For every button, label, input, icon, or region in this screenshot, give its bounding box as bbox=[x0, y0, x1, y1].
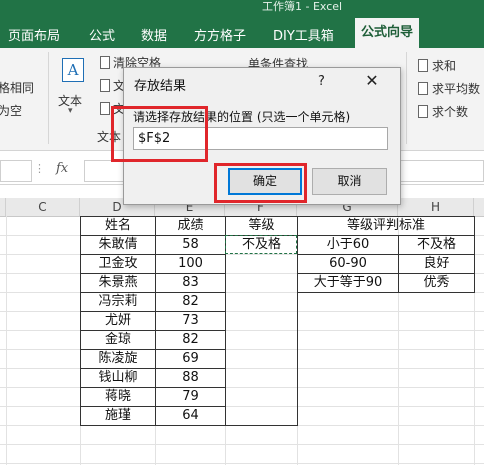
gridline bbox=[0, 311, 484, 312]
result-location-input[interactable] bbox=[133, 127, 388, 150]
menu-count[interactable]: 求个数 bbox=[432, 103, 468, 120]
cell-name[interactable]: 朱景燕 bbox=[81, 273, 155, 293]
criteria-grade[interactable]: 良好 bbox=[399, 254, 474, 274]
ribbon-fragment-empty[interactable]: 为空 bbox=[0, 102, 22, 119]
header-name[interactable]: 姓名 bbox=[81, 216, 155, 236]
gridline bbox=[0, 444, 484, 445]
cell-score[interactable]: 79 bbox=[156, 387, 225, 407]
cell-name[interactable]: 钱山柳 bbox=[81, 368, 155, 388]
criteria-border bbox=[474, 216, 475, 293]
tab-diy-toolbox[interactable]: DIY工具箱 bbox=[273, 25, 334, 44]
ribbon-separator bbox=[48, 52, 49, 144]
cell-score[interactable]: 73 bbox=[156, 311, 225, 331]
gridline bbox=[0, 406, 484, 407]
cell-name[interactable]: 尤妍 bbox=[81, 311, 155, 331]
cell-score[interactable]: 64 bbox=[156, 406, 225, 426]
header-score[interactable]: 成绩 bbox=[156, 216, 225, 236]
cell-score[interactable]: 58 bbox=[156, 235, 225, 255]
name-box[interactable] bbox=[0, 160, 32, 182]
cancel-button[interactable]: 取消 bbox=[312, 168, 387, 195]
cell-name[interactable]: 陈凌旋 bbox=[81, 349, 155, 369]
column-header-h[interactable]: H bbox=[398, 198, 474, 216]
tab-fangfang[interactable]: 方方格子 bbox=[194, 25, 246, 44]
cell-name[interactable]: 施瑾 bbox=[81, 406, 155, 426]
document-icon bbox=[100, 56, 110, 69]
document-icon bbox=[418, 59, 428, 72]
dialog-title: 存放结果 bbox=[134, 79, 187, 94]
gridline bbox=[0, 349, 484, 350]
cell-name[interactable]: 冯宗莉 bbox=[81, 292, 155, 312]
criteria-range[interactable]: 60-90 bbox=[298, 254, 398, 274]
store-result-dialog: 存放结果 ? ✕ 请选择存放结果的位置 (只选一个单元格) 确定 取消 bbox=[123, 67, 401, 205]
cell-score[interactable]: 83 bbox=[156, 273, 225, 293]
text-group-footer: 文本 bbox=[97, 130, 122, 144]
ok-button[interactable]: 确定 bbox=[228, 168, 302, 195]
close-icon[interactable]: ✕ bbox=[362, 71, 382, 91]
cell-score[interactable]: 88 bbox=[156, 368, 225, 388]
tab-formulas[interactable]: 公式 bbox=[89, 25, 115, 44]
gridline bbox=[0, 387, 484, 388]
gridline bbox=[0, 463, 484, 464]
ribbon-tabs: 页面布局 公式 数据 方方格子 DIY工具箱 公式向导 bbox=[0, 18, 484, 48]
text-a-icon: A bbox=[62, 58, 84, 82]
cell-name[interactable]: 金琼 bbox=[81, 330, 155, 350]
document-icon bbox=[100, 79, 110, 92]
text-button[interactable]: A 文本 ▾ bbox=[58, 56, 88, 120]
fx-icon[interactable]: fx bbox=[56, 161, 68, 176]
criteria-range[interactable]: 小于60 bbox=[298, 235, 398, 255]
menu-average[interactable]: 求平均数 bbox=[432, 80, 480, 97]
window-title: 工作簿1 - Excel bbox=[262, 0, 343, 13]
dialog-prompt: 请选择存放结果的位置 (只选一个单元格) bbox=[133, 110, 351, 124]
document-icon bbox=[100, 102, 110, 115]
ribbon-fragment-same[interactable]: 格相同 bbox=[0, 79, 34, 96]
ribbon-separator bbox=[406, 52, 407, 144]
cell-score[interactable]: 82 bbox=[156, 330, 225, 350]
gridline bbox=[0, 330, 484, 331]
document-icon bbox=[418, 105, 428, 118]
more-icon: ⋮ bbox=[34, 162, 45, 175]
gridline bbox=[0, 368, 484, 369]
header-grade[interactable]: 等级 bbox=[226, 216, 297, 236]
document-icon bbox=[418, 82, 428, 95]
title-bar: 工作簿1 - Excel bbox=[0, 0, 484, 18]
worksheet-grid[interactable]: 姓名 成绩 等级 等级评判标准 朱敢倩 58 卫金玫 100 朱景燕 83 冯宗… bbox=[0, 216, 484, 465]
header-criteria[interactable]: 等级评判标准 bbox=[298, 216, 474, 236]
menu-sum[interactable]: 求和 bbox=[432, 57, 456, 74]
cell-name[interactable]: 卫金玫 bbox=[81, 254, 155, 274]
cell-score[interactable]: 100 bbox=[156, 254, 225, 274]
tab-page-layout[interactable]: 页面布局 bbox=[8, 25, 60, 44]
chevron-down-icon: ▾ bbox=[68, 106, 73, 116]
help-icon[interactable]: ? bbox=[318, 74, 325, 89]
column-header-c[interactable]: C bbox=[6, 198, 80, 216]
criteria-grade[interactable]: 优秀 bbox=[399, 273, 474, 293]
cell-name[interactable]: 朱敢倩 bbox=[81, 235, 155, 255]
copy-marquee bbox=[225, 235, 297, 254]
cell-score[interactable]: 69 bbox=[156, 349, 225, 369]
cell-score[interactable]: 82 bbox=[156, 292, 225, 312]
tab-formula-wizard[interactable]: 公式向导 bbox=[355, 18, 420, 48]
tab-data[interactable]: 数据 bbox=[141, 25, 167, 44]
criteria-range[interactable]: 大于等于90 bbox=[298, 273, 398, 293]
cell-name[interactable]: 蒋晓 bbox=[81, 387, 155, 407]
criteria-grade[interactable]: 不及格 bbox=[399, 235, 474, 255]
